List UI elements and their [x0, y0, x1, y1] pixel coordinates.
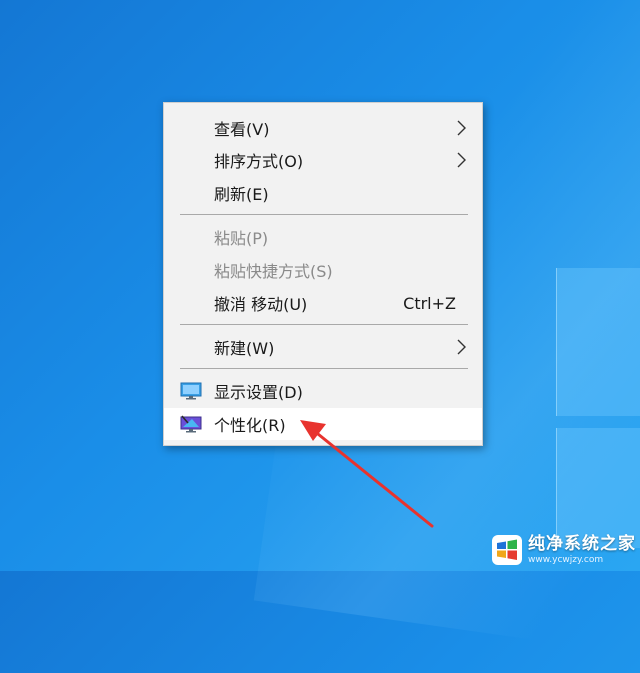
chevron-right-icon [457, 152, 466, 168]
menu-item-label: 粘贴(P) [214, 229, 269, 248]
menu-item-label: 刷新(E) [214, 185, 269, 204]
menu-item-personalize[interactable]: 个性化(R) [164, 408, 482, 440]
menu-item-label: 查看(V) [214, 120, 270, 139]
menu-item-label: 显示设置(D) [214, 383, 303, 402]
menu-item-sort-by[interactable]: 排序方式(O) [164, 144, 482, 176]
menu-item-label: 个性化(R) [214, 416, 286, 435]
watermark-title: 纯净系统之家 [528, 533, 636, 554]
menu-item-display-settings[interactable]: 显示设置(D) [164, 375, 482, 407]
menu-item-label: 粘贴快捷方式(S) [214, 262, 333, 281]
watermark: 纯净系统之家 www.ycwjzy.com [492, 533, 636, 567]
wallpaper-window-pane-bottom [556, 428, 640, 548]
windows-logo-icon [492, 535, 522, 565]
menu-item-undo-move[interactable]: 撤消 移动(U) Ctrl+Z [164, 287, 482, 319]
display-settings-icon [180, 382, 202, 400]
menu-item-label: 排序方式(O) [214, 152, 304, 171]
chevron-right-icon [457, 339, 466, 355]
menu-item-paste-shortcut[interactable]: 粘贴快捷方式(S) [164, 254, 482, 286]
menu-item-refresh[interactable]: 刷新(E) [164, 177, 482, 209]
menu-item-label: 撤消 移动(U) [214, 295, 308, 314]
watermark-url: www.ycwjzy.com [528, 554, 604, 565]
menu-separator [180, 324, 468, 325]
menu-separator [180, 368, 468, 369]
chevron-right-icon [457, 120, 466, 136]
menu-item-paste[interactable]: 粘贴(P) [164, 221, 482, 253]
menu-separator [180, 214, 468, 215]
menu-item-label: 新建(W) [214, 339, 275, 358]
menu-item-new[interactable]: 新建(W) [164, 331, 482, 363]
menu-item-shortcut: Ctrl+Z [403, 293, 456, 313]
desktop-context-menu: 查看(V) 排序方式(O) 刷新(E) 粘贴(P) 粘贴快捷方式(S) 撤消 移… [163, 102, 483, 446]
wallpaper-window-pane-top [556, 268, 640, 416]
personalize-icon [180, 415, 202, 433]
menu-item-view[interactable]: 查看(V) [164, 112, 482, 144]
